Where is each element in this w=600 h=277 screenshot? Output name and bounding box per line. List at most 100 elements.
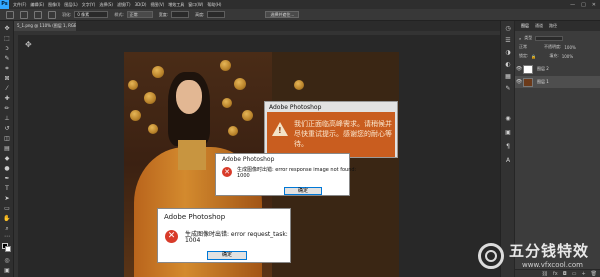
visibility-eye-icon[interactable]: 👁 (515, 79, 523, 85)
pen-tool-icon[interactable]: ✒ (3, 175, 11, 183)
blend-row: 正常 不透明度: 100% (519, 44, 576, 50)
coin-decoration (242, 110, 253, 121)
color-icon[interactable]: ◐ (504, 61, 512, 69)
menu-image[interactable]: 图像(I) (48, 2, 60, 8)
window-controls: — □ ✕ (570, 0, 596, 9)
lock-label: 锁定: (519, 53, 529, 58)
properties-icon[interactable]: ☰ (504, 37, 512, 45)
menu-help[interactable]: 帮助(H) (207, 2, 221, 8)
dialog-title: Adobe Photoshop (164, 213, 226, 221)
filter-label[interactable]: 类型 (524, 35, 532, 41)
quick-select-icon[interactable]: ✎ (3, 55, 11, 63)
opacity-value[interactable]: 100% (564, 45, 575, 50)
vertical-ruler (14, 31, 18, 277)
frame-tool-icon[interactable]: ⊠ (3, 75, 11, 83)
width-input[interactable] (171, 11, 190, 18)
eraser-icon[interactable]: ◫ (3, 135, 11, 143)
dodge-tool-icon[interactable]: ● (3, 165, 11, 173)
select-and-mask-button[interactable]: 选择并遮住... (265, 11, 300, 18)
add-selection-icon[interactable] (48, 10, 56, 19)
move-cursor-icon: ✥ (25, 40, 32, 49)
menu-layer[interactable]: 图层(L) (64, 2, 77, 8)
options-bar: 羽化: 0 像素 样式: 正常 宽度: 高度: 选择并遮住... (0, 9, 600, 21)
background-color-swatch[interactable] (5, 246, 11, 252)
more-tools-icon[interactable]: ⋯ (3, 233, 11, 241)
menu-3d[interactable]: 3D(D) (135, 2, 147, 7)
maximize-button[interactable]: □ (581, 2, 586, 8)
path-select-icon[interactable]: ➤ (3, 195, 11, 203)
height-label: 高度: (195, 11, 205, 17)
menu-select[interactable]: 选择(S) (99, 2, 113, 8)
swatches-icon[interactable]: ▦ (504, 73, 512, 81)
coin-decoration (234, 78, 246, 90)
tab-layers[interactable]: 图层 (521, 23, 529, 29)
blur-tool-icon[interactable]: ◆ (3, 155, 11, 163)
minimize-button[interactable]: — (570, 2, 575, 8)
shape-tool-icon[interactable]: ▭ (3, 205, 11, 213)
character-icon[interactable]: A (504, 157, 512, 165)
ok-button[interactable]: 确定 (207, 251, 247, 260)
marquee-tool-icon[interactable]: ⬚ (3, 35, 11, 43)
layer-thumbnail (523, 64, 533, 74)
generative-icon[interactable]: ◉ (504, 115, 512, 123)
watermark-brand: 五分钱特效 (509, 242, 590, 260)
menu-window[interactable]: 窗口(W) (188, 2, 203, 8)
paragraph-icon[interactable]: ¶ (504, 143, 512, 151)
crop-tool-icon[interactable]: ⌗ (3, 65, 11, 73)
height-input[interactable] (207, 11, 226, 18)
blend-mode-select[interactable]: 正常 (519, 44, 527, 50)
style-select[interactable]: 正常 (126, 11, 153, 18)
menu-filter[interactable]: 滤镜(T) (117, 2, 131, 8)
tab-channels[interactable]: 通道 (535, 23, 543, 29)
brushes-icon[interactable]: ✎ (504, 85, 512, 93)
history-brush-icon[interactable]: ↺ (3, 125, 11, 133)
fill-value[interactable]: 100% (562, 54, 573, 59)
adjustments-icon[interactable]: ◑ (504, 49, 512, 57)
move-tool-icon[interactable]: ✥ (3, 25, 11, 33)
hand-tool-icon[interactable]: ✋ (3, 215, 11, 223)
history-icon[interactable]: ◷ (504, 25, 512, 33)
close-button[interactable]: ✕ (592, 2, 596, 8)
menu-file[interactable]: 文件(F) (13, 2, 26, 8)
coin-decoration (128, 80, 138, 90)
type-tool-icon[interactable]: T (3, 185, 11, 193)
layer-row[interactable]: 👁 图层 2 (515, 63, 600, 75)
coin-decoration (148, 124, 158, 134)
menu-type[interactable]: 文字(Y) (82, 2, 96, 8)
portrait-collar (178, 140, 206, 170)
filter-select[interactable] (535, 35, 564, 41)
portrait-face (176, 80, 202, 114)
quick-mask-icon[interactable]: ◎ (3, 257, 11, 265)
zoom-tool-icon[interactable]: ⌕ (3, 225, 11, 233)
screen-mode-icon[interactable]: ▣ (3, 267, 11, 275)
healing-brush-icon[interactable]: ✚ (3, 95, 11, 103)
libraries-icon[interactable]: ▣ (504, 129, 512, 137)
watermark: 五分钱特效 www.vfxcool.com (478, 237, 600, 277)
layer-row[interactable]: 👁 图层 1 (515, 76, 600, 88)
lock-row: 锁定: 🔒 填充: 100% (519, 53, 573, 59)
brush-tool-icon[interactable]: ✏ (3, 105, 11, 113)
new-selection-icon[interactable] (34, 10, 42, 19)
lasso-tool-icon[interactable]: ↄ (3, 45, 11, 53)
visibility-eye-icon[interactable]: 👁 (515, 66, 523, 72)
watermark-logo-inner (485, 250, 497, 262)
ok-button[interactable]: 确定 (284, 187, 322, 195)
document-tab-bar: 5_1.png @ 110% (图层 1, RGB/8) (14, 21, 500, 31)
clone-stamp-icon[interactable]: ⊥ (3, 115, 11, 123)
layer-thumbnail (523, 77, 533, 87)
error-code: 1004 (185, 237, 201, 244)
menu-edit[interactable]: 编辑(E) (30, 2, 44, 8)
coin-decoration (228, 126, 238, 136)
menu-view[interactable]: 视图(V) (150, 2, 164, 8)
document-tab[interactable]: 5_1.png @ 110% (图层 1, RGB/8) (14, 21, 76, 31)
error-message: 生成图像时出错: error request_task: (185, 231, 288, 238)
eyedropper-icon[interactable]: ⁄ (3, 85, 11, 93)
lock-icon[interactable]: 🔒 (531, 54, 536, 59)
home-icon[interactable] (6, 10, 14, 19)
marquee-tool-icon[interactable] (20, 10, 28, 19)
gradient-icon[interactable]: ▤ (3, 145, 11, 153)
tab-paths[interactable]: 路径 (549, 23, 557, 29)
layer-name: 图层 2 (537, 66, 549, 71)
feather-input[interactable]: 0 像素 (74, 11, 109, 18)
menu-plugins[interactable]: 增效工具 (168, 2, 184, 8)
